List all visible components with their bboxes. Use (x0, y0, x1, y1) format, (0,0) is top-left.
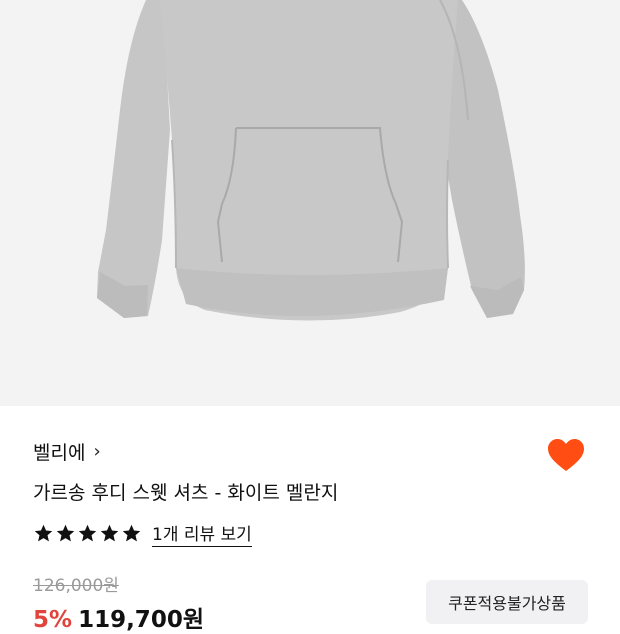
star-icon (34, 524, 53, 542)
product-image (0, 0, 620, 406)
product-title: 가르송 후디 스웻 셔츠 - 화이트 멜란지 (33, 482, 339, 504)
sale-price: 119,700원 (78, 607, 204, 633)
star-icon (56, 524, 75, 542)
brand-name: 벨리에 (33, 442, 86, 464)
price-row: 5% 119,700원 (33, 600, 204, 634)
review-link[interactable]: 1개 리뷰 보기 (152, 520, 252, 547)
heart-icon[interactable] (546, 436, 586, 476)
star-icon (122, 524, 141, 542)
brand-link[interactable]: 벨리에 › (33, 438, 101, 465)
rating-stars (33, 523, 142, 544)
chevron-right-icon: › (93, 441, 101, 462)
star-icon (100, 524, 119, 542)
star-icon (78, 524, 97, 542)
hoodie-illustration (97, 0, 525, 321)
coupon-badge: 쿠폰적용불가상품 (426, 580, 588, 624)
rating-row: 1개 리뷰 보기 (33, 520, 252, 547)
discount-rate: 5% (33, 607, 73, 633)
original-price: 126,000원 (33, 576, 119, 596)
